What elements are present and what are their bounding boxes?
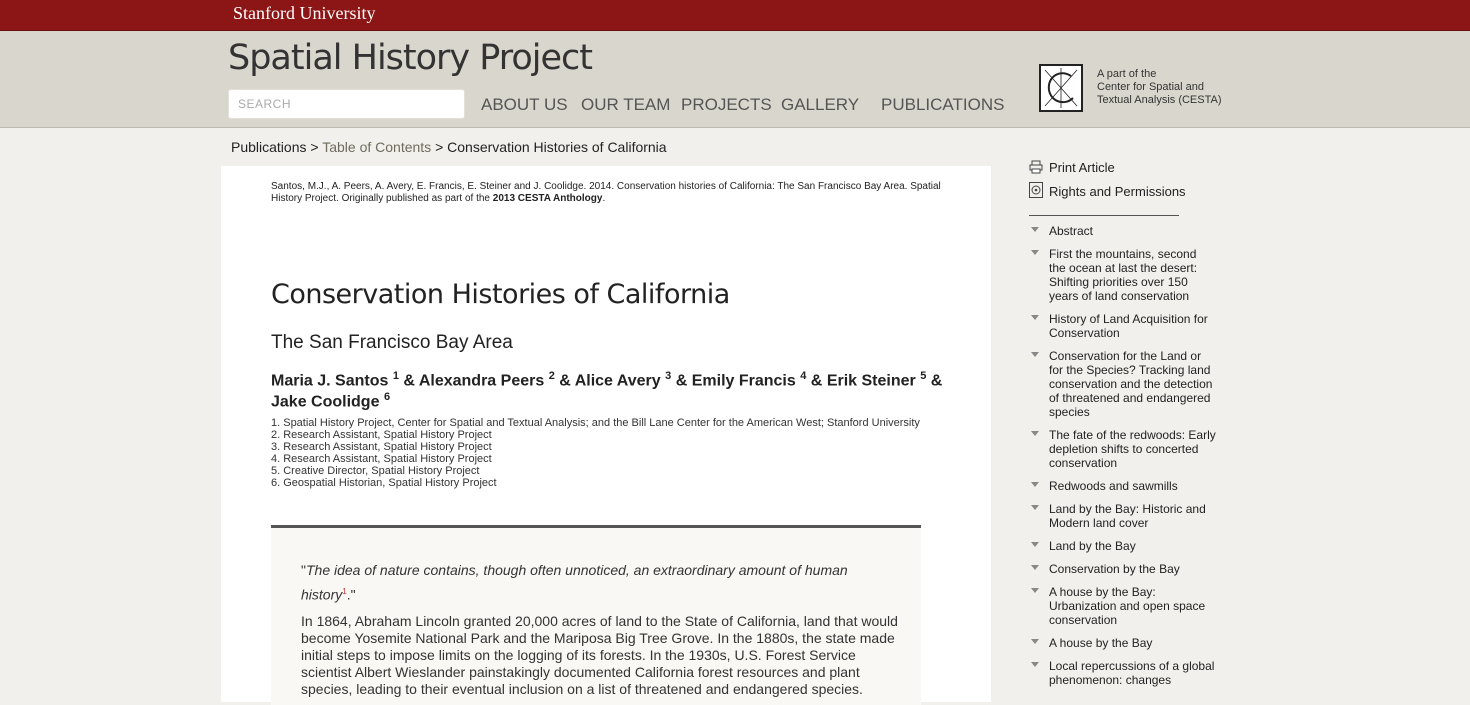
article-title: Conservation Histories of California: [271, 279, 730, 310]
author-affil-number: 2: [548, 370, 555, 382]
breadcrumb-separator: >: [435, 139, 444, 155]
toc-item[interactable]: The fate of the redwoods: Early depletio…: [1031, 428, 1216, 470]
search-input[interactable]: [228, 89, 465, 119]
toc-item[interactable]: Land by the Bay: [1031, 539, 1216, 553]
author-affil-number: 5: [920, 370, 927, 382]
expand-triangle-icon[interactable]: [1031, 662, 1039, 667]
toc-item[interactable]: Conservation for the Land or for the Spe…: [1031, 349, 1216, 419]
cesta-logo[interactable]: [1039, 64, 1083, 112]
breadcrumb-current: Conservation Histories of California: [447, 139, 667, 155]
rights-permissions-link[interactable]: Rights and Permissions: [1029, 182, 1186, 199]
toc-item[interactable]: Abstract: [1031, 224, 1216, 238]
author-name: Alice Avery: [574, 372, 661, 390]
expand-triangle-icon[interactable]: [1031, 482, 1039, 487]
print-article-link[interactable]: Print Article: [1029, 160, 1115, 175]
anthology-link[interactable]: 2013 CESTA Anthology: [493, 193, 603, 204]
cesta-text[interactable]: A part of the Center for Spatial and Tex…: [1097, 68, 1222, 107]
affiliation-item: 1. Spatial History Project, Center for S…: [271, 417, 920, 429]
author-affil-number: 1: [392, 370, 399, 382]
toc-item[interactable]: Redwoods and sawmills: [1031, 479, 1216, 493]
toc-item[interactable]: Land by the Bay: Historic and Modern lan…: [1031, 502, 1216, 530]
citation: Santos, M.J., A. Peers, A. Avery, E. Fra…: [271, 181, 941, 204]
author-affil-number: 4: [800, 370, 807, 382]
breadcrumb-separator: >: [310, 139, 319, 155]
author-name: Emily Francis: [691, 372, 796, 390]
nav-publications[interactable]: PUBLICATIONS: [881, 95, 1004, 115]
expand-triangle-icon[interactable]: [1031, 315, 1039, 320]
article-panel: Santos, M.J., A. Peers, A. Avery, E. Fra…: [221, 166, 991, 705]
breadcrumb-table-of-contents[interactable]: Table of Contents: [322, 139, 431, 155]
affiliation-item: 6. Geospatial Historian, Spatial History…: [271, 477, 497, 489]
nav-projects[interactable]: PROJECTS: [681, 95, 772, 115]
sidebar-divider: [1029, 215, 1179, 216]
toc-item[interactable]: A house by the Bay: Urbanization and ope…: [1031, 585, 1216, 627]
nav-gallery[interactable]: GALLERY: [781, 95, 859, 115]
stanford-topbar: Stanford University: [0, 0, 1470, 31]
author-list: Maria J. Santos 1 & Alexandra Peers 2 & …: [271, 370, 943, 411]
epigraph-quote: "The idea of nature contains, though oft…: [301, 562, 848, 603]
expand-triangle-icon[interactable]: [1031, 588, 1039, 593]
author-affil-number: 6: [383, 391, 391, 404]
stanford-brand-link[interactable]: Stanford University: [233, 3, 375, 24]
breadcrumb: Publications > Table of Contents > Conse…: [231, 139, 667, 155]
expand-triangle-icon[interactable]: [1031, 639, 1039, 644]
nav-about-us[interactable]: ABOUT US: [481, 95, 568, 115]
expand-triangle-icon[interactable]: [1031, 565, 1039, 570]
author-name: Erik Steiner: [826, 372, 916, 390]
toc-item[interactable]: History of Land Acquisition for Conserva…: [1031, 312, 1216, 340]
author-name: Jake Coolidge: [271, 393, 380, 411]
printer-icon: [1029, 160, 1043, 174]
rights-icon: [1029, 182, 1043, 198]
expand-triangle-icon[interactable]: [1031, 542, 1039, 547]
toc-item[interactable]: Conservation by the Bay: [1031, 562, 1216, 576]
expand-triangle-icon[interactable]: [1031, 352, 1039, 357]
affiliations-list: 1. Spatial History Project, Center for S…: [271, 417, 920, 489]
affiliation-item: 3. Research Assistant, Spatial History P…: [271, 441, 492, 453]
expand-triangle-icon[interactable]: [1031, 250, 1039, 255]
expand-triangle-icon[interactable]: [1031, 505, 1039, 510]
site-title[interactable]: Spatial History Project: [228, 38, 593, 78]
affiliation-item: 4. Research Assistant, Spatial History P…: [271, 453, 492, 465]
author-name: Maria J. Santos: [271, 372, 389, 390]
affiliation-item: 2. Research Assistant, Spatial History P…: [271, 429, 492, 441]
site-header: Spatial History Project ABOUT US OUR TEA…: [0, 31, 1470, 128]
author-name: Alexandra Peers: [418, 372, 545, 390]
article-subtitle: The San Francisco Bay Area: [271, 332, 513, 353]
toc-item[interactable]: First the mountains, second the ocean at…: [1031, 247, 1216, 303]
nav-our-team[interactable]: OUR TEAM: [581, 95, 670, 115]
expand-triangle-icon[interactable]: [1031, 431, 1039, 436]
toc-item[interactable]: Local repercussions of a global phenomen…: [1031, 659, 1216, 687]
affiliation-item: 5. Creative Director, Spatial History Pr…: [271, 465, 480, 477]
table-of-contents: Abstract First the mountains, second the…: [1031, 224, 1216, 696]
toc-item[interactable]: A house by the Bay: [1031, 636, 1216, 650]
expand-triangle-icon[interactable]: [1031, 227, 1039, 232]
abstract-box: "The idea of nature contains, though oft…: [271, 525, 921, 705]
cesta-logo-icon: [1044, 68, 1078, 108]
abstract-paragraph: In 1864, Abraham Lincoln granted 20,000 …: [301, 613, 898, 697]
author-affil-number: 3: [665, 370, 672, 382]
breadcrumb-publications[interactable]: Publications: [231, 139, 307, 155]
